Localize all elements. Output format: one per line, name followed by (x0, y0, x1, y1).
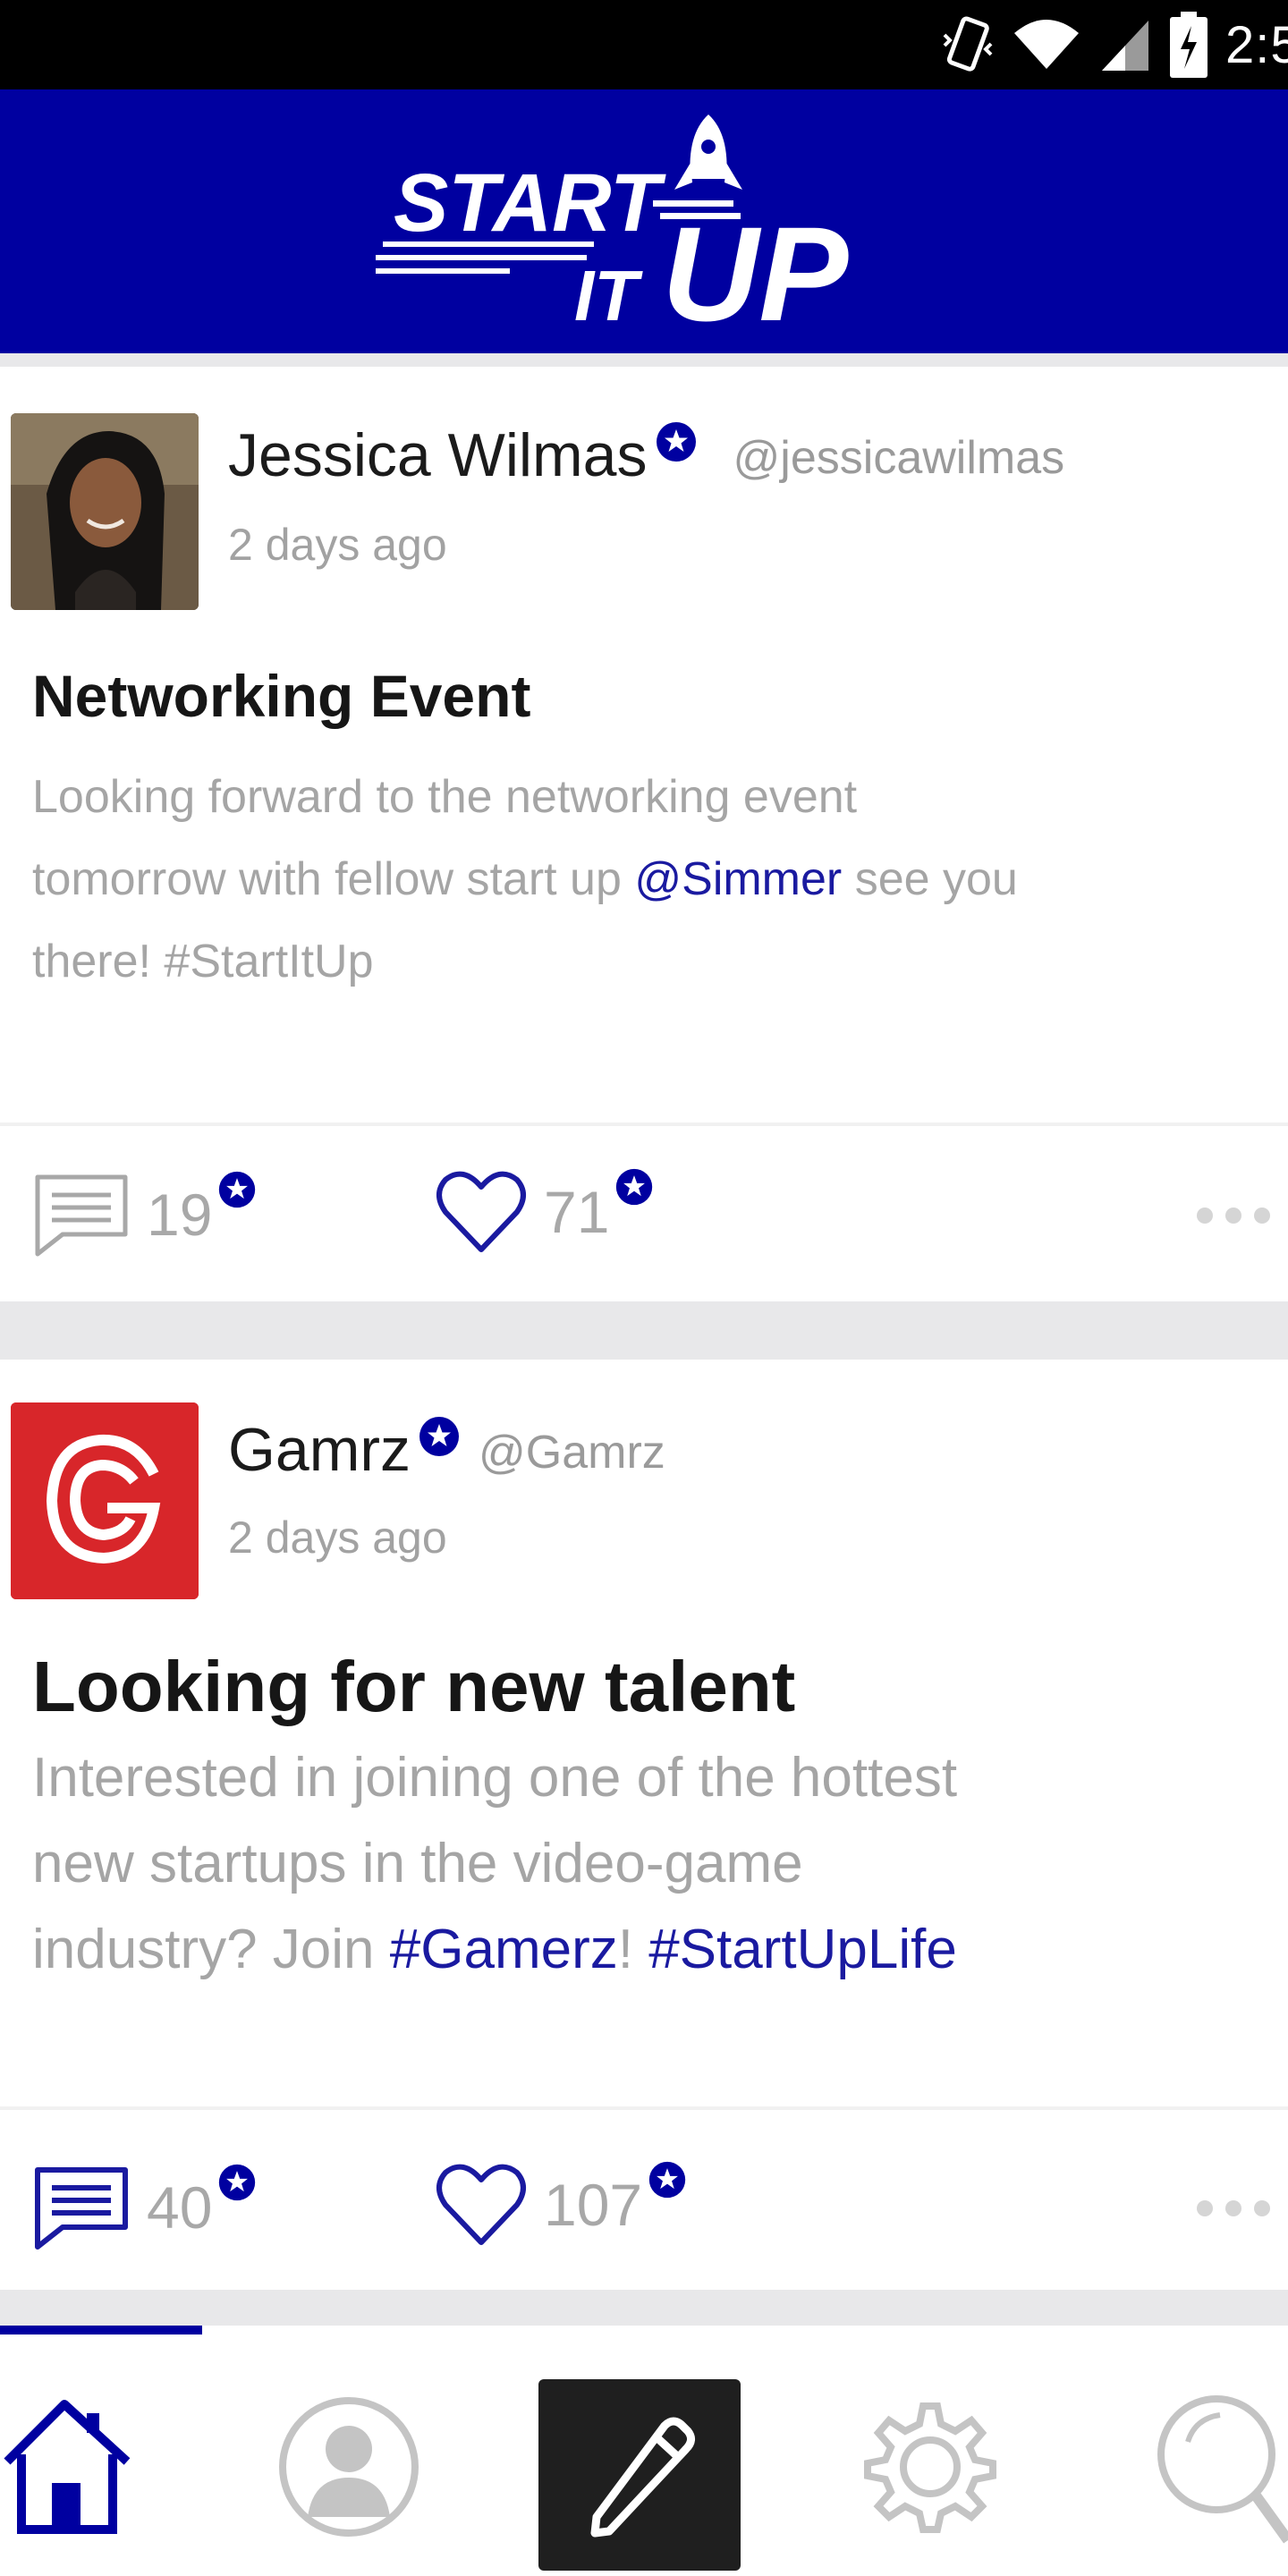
verified-badge-icon (616, 1168, 653, 1206)
comment-button[interactable]: 40 (32, 2164, 257, 2250)
author-name[interactable]: Gamrz (228, 1415, 411, 1485)
post-body-line: there! #StartItUp (32, 936, 374, 987)
author-avatar[interactable] (11, 1402, 199, 1599)
nav-search[interactable] (1145, 2388, 1288, 2554)
logo-up-text: UP (662, 199, 849, 340)
logo-it-text: IT (574, 256, 643, 335)
verified-badge-icon (648, 2161, 686, 2199)
card-divider (0, 2106, 1288, 2110)
comment-count: 40 (147, 2174, 213, 2241)
active-tab-indicator (0, 2326, 202, 2334)
post-body-line: new startups in the video-game (32, 1833, 803, 1894)
post-card[interactable]: Gamrz @Gamrz 2 days ago Looking for new … (0, 1360, 1288, 2290)
verified-badge-icon (656, 422, 696, 462)
battery-icon (1170, 12, 1208, 78)
nav-settings[interactable] (859, 2395, 1002, 2543)
verified-badge-icon (219, 1171, 256, 1208)
hashtag-link[interactable]: #StartUpLife (648, 1919, 957, 1980)
gamrz-logo-icon (11, 1402, 199, 1599)
post-card[interactable]: Jessica Wilmas @jessicawilmas 2 days ago… (0, 367, 1288, 1301)
like-count: 107 (544, 2172, 643, 2238)
vibrate-icon (943, 16, 993, 72)
status-bar: 2:5 (0, 0, 1288, 89)
heart-icon (436, 1171, 526, 1252)
post-timestamp: 2 days ago (228, 520, 447, 570)
verified-badge-icon (419, 1417, 459, 1456)
post-title: Looking for new talent (32, 1647, 796, 1726)
post-body: Looking forward to the networking event … (32, 756, 1018, 1003)
post-body-text: ! (617, 1919, 649, 1980)
nav-home[interactable] (0, 2397, 134, 2545)
post-body-line: industry? Join #Gamerz! #StartUpLife (32, 1907, 957, 1993)
home-icon (4, 2400, 131, 2534)
post-timestamp: 2 days ago (228, 1513, 447, 1563)
like-button[interactable]: 107 (435, 2160, 687, 2250)
author-handle[interactable]: @jessicawilmas (733, 431, 1065, 485)
verified-badge-icon (219, 2164, 256, 2201)
heart-icon (436, 2164, 526, 2245)
gear-icon (864, 2402, 996, 2533)
comment-icon (35, 1174, 128, 1257)
compose-button[interactable] (538, 2379, 741, 2571)
like-button[interactable]: 71 (435, 1167, 654, 1257)
post-title: Networking Event (32, 663, 531, 729)
author-handle[interactable]: @Gamrz (479, 1426, 665, 1479)
post-body-text: see you (842, 853, 1018, 905)
pencil-icon (590, 2417, 695, 2538)
post-body-text: tomorrow with fellow start up (32, 853, 635, 905)
status-time: 2:5 (1225, 15, 1288, 74)
wifi-icon (1014, 20, 1079, 69)
post-body-line: Looking forward to the networking event (32, 771, 858, 823)
more-options-icon[interactable] (1197, 1208, 1270, 1224)
like-count: 71 (544, 1179, 610, 1245)
post-body-line: tomorrow with fellow start up @Simmer se… (32, 838, 1018, 920)
post-body-text: industry? Join (32, 1919, 390, 1980)
comment-count: 19 (147, 1182, 213, 1248)
bottom-navigation (0, 2326, 1288, 2576)
search-icon (1157, 2395, 1288, 2544)
post-body-line: Interested in joining one of the hottest (32, 1747, 958, 1809)
author-name[interactable]: Jessica Wilmas (228, 420, 648, 490)
comment-button[interactable]: 19 (32, 1171, 257, 1258)
post-body: Interested in joining one of the hottest… (32, 1735, 957, 1993)
card-divider (0, 1123, 1288, 1126)
signal-icon (1102, 21, 1148, 71)
person-photo-icon (11, 413, 199, 610)
mention-link[interactable]: @Simmer (634, 853, 842, 905)
logo-start-text: START (394, 157, 666, 249)
start-it-up-logo: START IT UP (376, 114, 849, 340)
comment-icon (35, 2167, 128, 2250)
hashtag-link[interactable]: #Gamerz (390, 1919, 618, 1980)
nav-profile[interactable] (277, 2395, 420, 2543)
author-avatar[interactable] (11, 413, 199, 610)
more-options-icon[interactable] (1197, 2200, 1270, 2216)
profile-icon (279, 2397, 419, 2537)
